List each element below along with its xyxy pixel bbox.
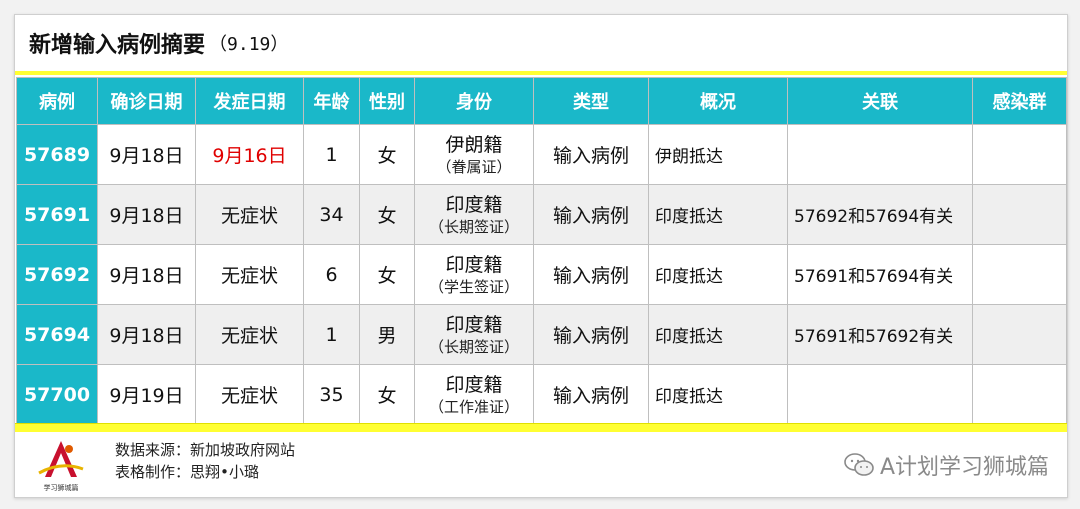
- case-type: 输入病例: [533, 124, 649, 185]
- case-type: 输入病例: [533, 304, 649, 365]
- header-row: 病例 确诊日期 发症日期 年龄 性别 身份 类型 概况 关联 感染群: [16, 77, 1067, 125]
- col-header-onset-date: 发症日期: [195, 77, 304, 125]
- identity-pass: （工作准证）: [428, 397, 519, 416]
- col-header-related: 关联: [787, 77, 973, 125]
- case-cluster: [972, 184, 1067, 245]
- brand-watermark: A计划学习狮城篇: [844, 449, 1049, 481]
- table-row: 57700 9月19日 无症状 35 女 印度籍 （工作准证） 输入病例 印度抵…: [16, 364, 1067, 425]
- identity-pass: （眷属证）: [436, 157, 512, 176]
- identity: 印度籍 （学生签证）: [414, 244, 534, 305]
- case-summary: 印度抵达: [648, 304, 788, 365]
- identity-nationality: 印度籍: [445, 373, 503, 396]
- col-header-summary: 概况: [648, 77, 788, 125]
- case-cluster: [972, 244, 1067, 305]
- sex: 女: [359, 124, 415, 185]
- sex: 女: [359, 244, 415, 305]
- logo-caption: 学习狮城篇: [44, 483, 79, 492]
- footer: 学习狮城篇 数据来源：新加坡政府网站 表格制作：思翔•小璐 A计划学习狮城篇: [15, 433, 1067, 497]
- cases-table: 病例 确诊日期 发症日期 年龄 性别 身份 类型 概况 关联 感染群 57689…: [16, 77, 1067, 425]
- case-id: 57691: [16, 184, 98, 245]
- case-id: 57694: [16, 304, 98, 365]
- identity-pass: （长期签证）: [428, 217, 519, 236]
- age: 6: [303, 244, 360, 305]
- identity: 印度籍 （工作准证）: [414, 364, 534, 425]
- accent-bar: [15, 423, 1067, 432]
- case-summary: 印度抵达: [648, 184, 788, 245]
- col-header-sex: 性别: [359, 77, 415, 125]
- identity-pass: （学生签证）: [428, 277, 519, 296]
- case-type: 输入病例: [533, 184, 649, 245]
- onset-date: 无症状: [195, 244, 304, 305]
- case-id: 57692: [16, 244, 98, 305]
- table-row: 57694 9月18日 无症状 1 男 印度籍 （长期签证） 输入病例 印度抵达…: [16, 304, 1067, 365]
- table-row: 57691 9月18日 无症状 34 女 印度籍 （长期签证） 输入病例 印度抵…: [16, 184, 1067, 245]
- title-date: （9.19）: [209, 34, 289, 55]
- col-header-confirm-date: 确诊日期: [97, 77, 196, 125]
- sex: 女: [359, 364, 415, 425]
- case-cluster: [972, 304, 1067, 365]
- col-header-age: 年龄: [303, 77, 360, 125]
- case-related: 57691和57692有关: [787, 304, 973, 365]
- col-header-case: 病例: [16, 77, 98, 125]
- case-type: 输入病例: [533, 244, 649, 305]
- age: 1: [303, 304, 360, 365]
- case-summary: 印度抵达: [648, 244, 788, 305]
- identity-nationality: 印度籍: [445, 313, 503, 336]
- col-header-cluster: 感染群: [972, 77, 1067, 125]
- confirm-date: 9月18日: [97, 124, 196, 185]
- col-header-type: 类型: [533, 77, 649, 125]
- case-related: 57691和57694有关: [787, 244, 973, 305]
- confirm-date: 9月18日: [97, 184, 196, 245]
- data-source: 数据来源：新加坡政府网站: [115, 441, 296, 459]
- brand-name: A计划学习狮城篇: [879, 455, 1049, 480]
- wechat-icon: [844, 453, 874, 476]
- sex: 男: [359, 304, 415, 365]
- case-summary: 伊朗抵达: [648, 124, 788, 185]
- col-header-identity: 身份: [414, 77, 534, 125]
- confirm-date: 9月18日: [97, 244, 196, 305]
- onset-date: 无症状: [195, 364, 304, 425]
- case-summary: 印度抵达: [648, 364, 788, 425]
- table-row: 57692 9月18日 无症状 6 女 印度籍 （学生签证） 输入病例 印度抵达…: [16, 244, 1067, 305]
- age: 35: [303, 364, 360, 425]
- case-id: 57689: [16, 124, 98, 185]
- confirm-date: 9月18日: [97, 304, 196, 365]
- age: 1: [303, 124, 360, 185]
- identity: 印度籍 （长期签证）: [414, 304, 534, 365]
- table-maker: 表格制作：思翔•小璐: [115, 463, 260, 481]
- identity: 伊朗籍 （眷属证）: [414, 124, 534, 185]
- source-block: 数据来源：新加坡政府网站 表格制作：思翔•小璐: [115, 439, 295, 483]
- case-related: 57692和57694有关: [787, 184, 973, 245]
- summary-card: 新增输入病例摘要 （9.19） 病例 确诊日期 发症日期 年龄 性别 身份 类型…: [14, 14, 1068, 498]
- onset-date: 无症状: [195, 184, 304, 245]
- case-id: 57700: [16, 364, 98, 425]
- age: 34: [303, 184, 360, 245]
- onset-date: 无症状: [195, 304, 304, 365]
- sex: 女: [359, 184, 415, 245]
- onset-date: 9月16日: [195, 124, 304, 185]
- identity-pass: （长期签证）: [428, 337, 519, 356]
- identity-nationality: 伊朗籍: [445, 133, 503, 156]
- identity: 印度籍 （长期签证）: [414, 184, 534, 245]
- table-row: 57689 9月18日 9月16日 1 女 伊朗籍 （眷属证） 输入病例 伊朗抵…: [16, 124, 1067, 185]
- case-cluster: [972, 364, 1067, 425]
- confirm-date: 9月19日: [97, 364, 196, 425]
- page-title: 新增输入病例摘要: [29, 33, 206, 58]
- identity-nationality: 印度籍: [445, 253, 503, 276]
- case-type: 输入病例: [533, 364, 649, 425]
- case-related: [787, 364, 973, 425]
- title-bar: 新增输入病例摘要 （9.19）: [15, 15, 1067, 75]
- case-cluster: [972, 124, 1067, 185]
- case-related: [787, 124, 973, 185]
- identity-nationality: 印度籍: [445, 193, 503, 216]
- lion-city-logo-icon: 学习狮城篇: [33, 439, 89, 493]
